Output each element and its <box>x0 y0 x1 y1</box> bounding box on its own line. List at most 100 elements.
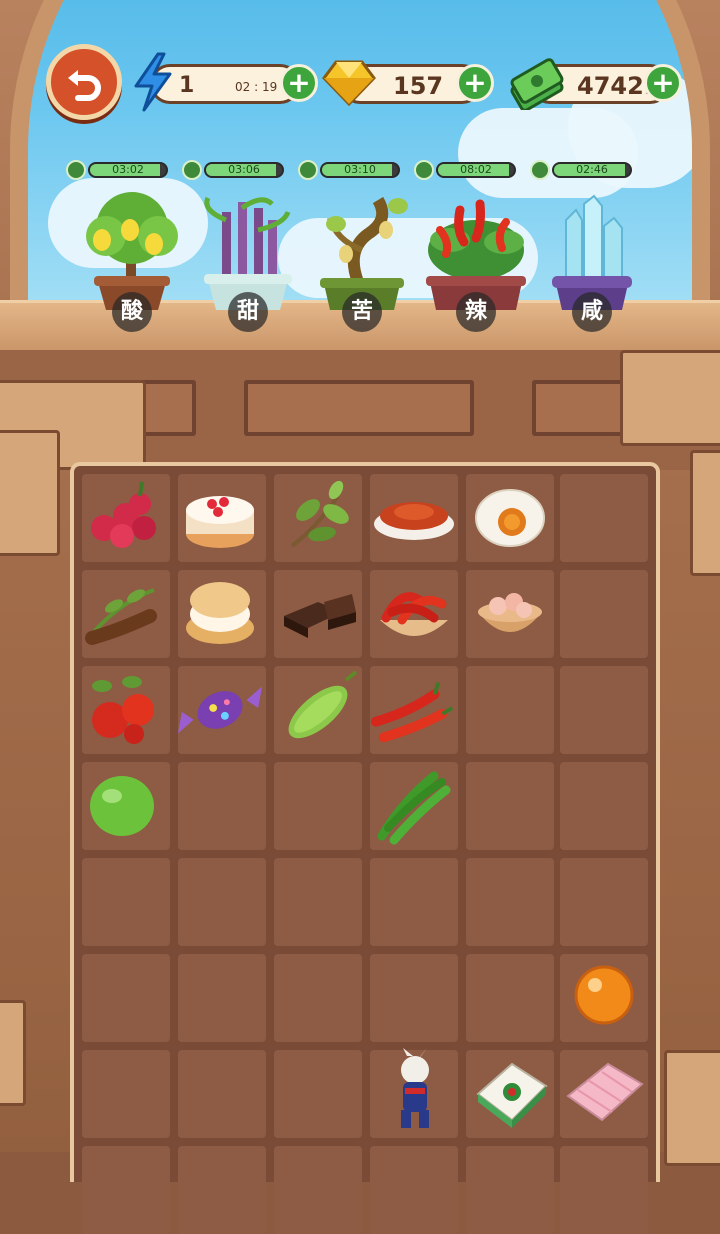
hawthorn-icon <box>92 676 154 744</box>
board-cell[interactable] <box>82 858 170 946</box>
board-cell[interactable] <box>82 954 170 1042</box>
strawberry-cake-item[interactable] <box>176 472 264 560</box>
board-cell[interactable] <box>178 762 266 850</box>
lychee-icon <box>91 481 156 548</box>
board-cell[interactable] <box>82 1146 170 1234</box>
candy-item[interactable] <box>176 664 264 752</box>
timer-text: 03:10 <box>344 163 376 176</box>
chili-bowl-item[interactable] <box>370 568 458 656</box>
plant-sweet-sugarcane[interactable]: 甜 <box>192 190 304 340</box>
board-cell[interactable] <box>370 858 458 946</box>
tea-leaves-item[interactable] <box>274 472 362 560</box>
cabinet-panel <box>244 380 474 436</box>
crate <box>0 430 60 556</box>
add-energy-button[interactable]: + <box>280 64 318 102</box>
green-chilies-item[interactable] <box>370 760 458 848</box>
cream-puff-item[interactable] <box>176 568 264 656</box>
flavor-label: 酸 <box>112 292 152 332</box>
lime-item[interactable] <box>78 760 166 848</box>
board-cell[interactable] <box>466 858 554 946</box>
board-cell[interactable] <box>466 762 554 850</box>
salted-egg-icon <box>475 489 545 547</box>
cake-icon <box>186 496 254 548</box>
board-cell[interactable] <box>274 954 362 1042</box>
bitter-melon-icon <box>288 670 358 739</box>
undo-arrow-icon <box>68 70 101 101</box>
energy-timer: 02 : 19 <box>235 80 278 94</box>
board-cell[interactable] <box>466 1146 554 1234</box>
board-cell[interactable] <box>560 474 648 562</box>
board-cell[interactable] <box>560 762 648 850</box>
timer-text: 08:02 <box>460 163 492 176</box>
energy-value: 1 <box>179 73 195 98</box>
board-cell[interactable] <box>178 1146 266 1234</box>
shrimp-bowl-item[interactable] <box>466 568 554 656</box>
hawthorn-item[interactable] <box>78 664 166 752</box>
board-cell[interactable] <box>274 1146 362 1234</box>
gem-value: 157 <box>393 72 444 100</box>
flavor-label: 甜 <box>228 292 268 332</box>
back-button[interactable] <box>46 44 122 120</box>
pink-pouch-item[interactable] <box>560 1046 648 1134</box>
chili-paste-icon <box>374 502 454 540</box>
mahjong-tile-icon <box>476 1062 548 1128</box>
cash-stack-icon <box>510 58 564 110</box>
board-cell[interactable] <box>560 858 648 946</box>
tamarind-item[interactable] <box>78 568 166 656</box>
candy-icon <box>177 686 263 734</box>
clock-icon <box>182 160 202 180</box>
red-chili-icon <box>370 681 454 743</box>
cabinet-panel <box>532 380 624 436</box>
plant-sour-lemon-tree[interactable]: 酸 <box>76 190 188 340</box>
orange-gel-ball-item[interactable] <box>560 950 648 1038</box>
crate <box>620 350 720 446</box>
green-chili-icon <box>377 771 451 845</box>
crate <box>690 450 720 576</box>
lychee-item[interactable] <box>78 472 166 560</box>
board-cell[interactable] <box>82 1050 170 1138</box>
lime-icon <box>90 776 154 836</box>
timer-text: 02:46 <box>576 163 608 176</box>
red-chilies-item[interactable] <box>370 664 458 752</box>
toy-figure-item[interactable] <box>370 1046 458 1134</box>
board-cell[interactable] <box>466 666 554 754</box>
chocolate-item[interactable] <box>274 568 362 656</box>
flavor-label: 辣 <box>456 292 496 332</box>
crate <box>664 1050 720 1166</box>
board-cell[interactable] <box>466 954 554 1042</box>
mahjong-tile-item[interactable] <box>466 1046 554 1134</box>
plant-bitter-gourd-vine[interactable]: 苦 <box>306 190 418 340</box>
board-cell[interactable] <box>560 570 648 658</box>
clock-icon <box>66 160 86 180</box>
chili-bowl-icon <box>380 592 448 636</box>
orange-ball-icon <box>574 965 634 1025</box>
add-gems-button[interactable]: + <box>456 64 494 102</box>
board-cell[interactable] <box>178 858 266 946</box>
add-cash-button[interactable]: + <box>644 64 682 102</box>
board-cell[interactable] <box>274 858 362 946</box>
board-cell[interactable] <box>370 1146 458 1234</box>
board-cell[interactable] <box>370 954 458 1042</box>
hero-figure-icon <box>401 1048 429 1128</box>
board-cell[interactable] <box>178 954 266 1042</box>
board-cell[interactable] <box>274 1050 362 1138</box>
clock-icon <box>530 160 550 180</box>
gem-icon <box>322 60 376 107</box>
clock-icon <box>298 160 318 180</box>
tea-leaf-icon <box>290 480 349 548</box>
salted-egg-item[interactable] <box>466 472 554 560</box>
board-cell[interactable] <box>274 762 362 850</box>
cabinet-panel <box>140 380 196 436</box>
crate <box>0 1000 26 1106</box>
flavor-label: 咸 <box>572 292 612 332</box>
clock-icon <box>414 160 434 180</box>
bitter-melon-item[interactable] <box>274 664 362 752</box>
lightning-icon <box>134 52 172 112</box>
board-cell[interactable] <box>178 1050 266 1138</box>
plant-salty-crystal[interactable]: 咸 <box>536 190 648 340</box>
board-cell[interactable] <box>560 666 648 754</box>
plant-spicy-chili[interactable]: 辣 <box>420 190 532 340</box>
chili-paste-item[interactable] <box>370 472 458 560</box>
board-cell[interactable] <box>560 1146 648 1234</box>
pink-pouch-icon <box>566 1062 644 1122</box>
